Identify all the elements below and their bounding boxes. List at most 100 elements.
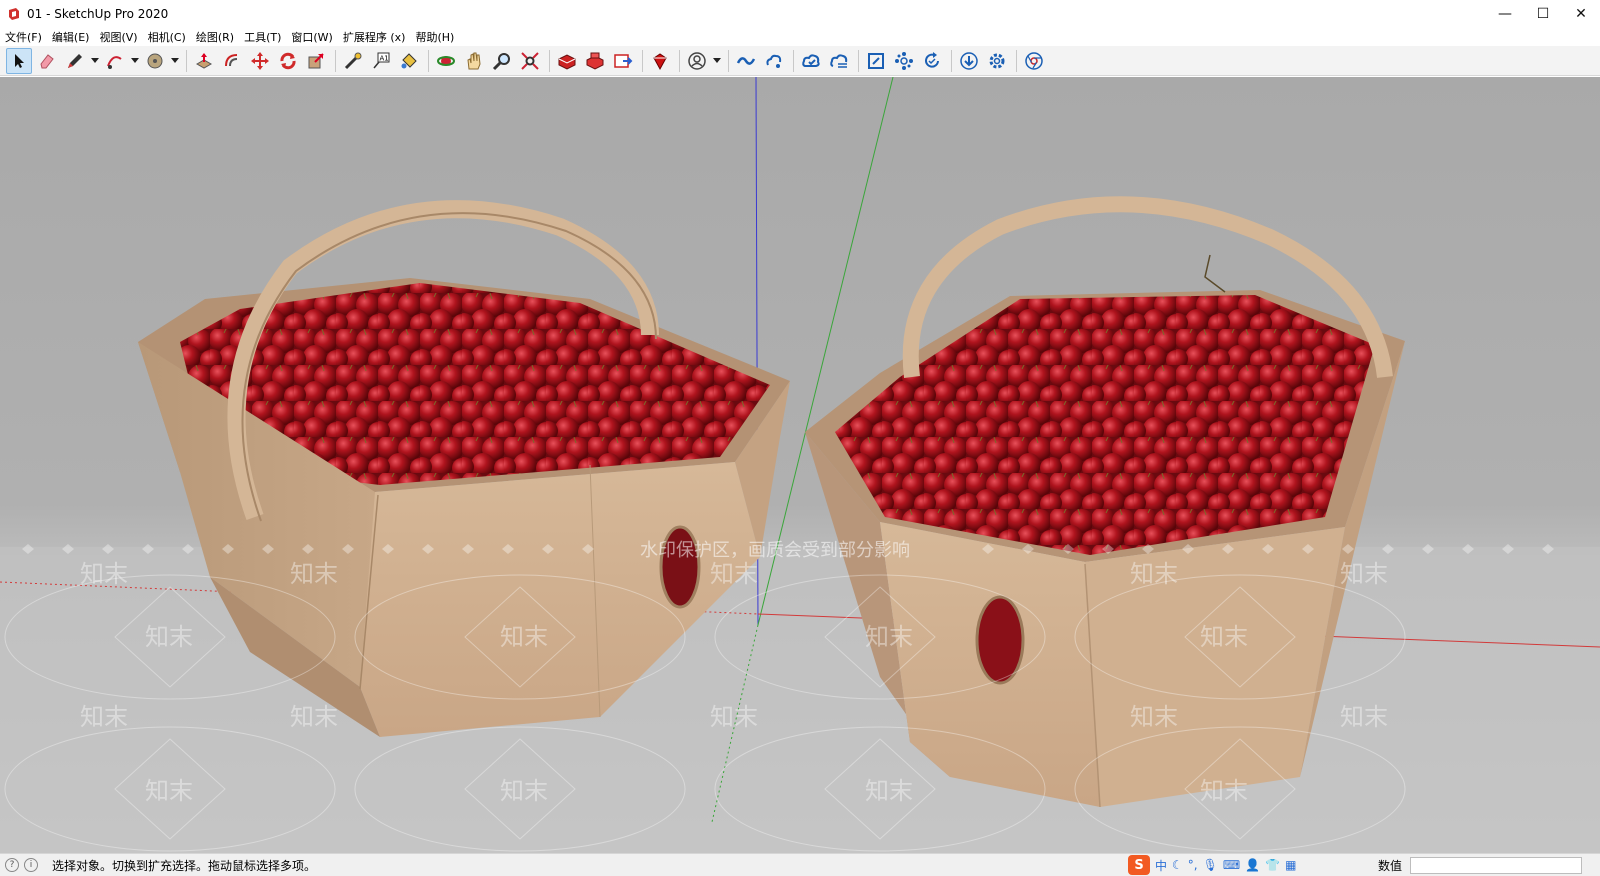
menu-tools[interactable]: 工具(T) bbox=[239, 29, 286, 45]
move-tool-icon bbox=[251, 51, 269, 70]
toolbar-divider bbox=[1016, 49, 1017, 72]
shapes-tool-button[interactable] bbox=[142, 48, 168, 74]
toolbar-divider bbox=[642, 49, 643, 72]
microphone-icon[interactable]: 🎙 bbox=[1203, 858, 1218, 872]
scale-tool-button[interactable] bbox=[303, 48, 329, 74]
extension-warehouse-button[interactable] bbox=[582, 48, 608, 74]
offset-tool-button[interactable] bbox=[219, 48, 245, 74]
maximize-button[interactable]: ☐ bbox=[1524, 0, 1562, 28]
toolbar-divider bbox=[728, 49, 729, 72]
status-message: 选择对象。切换到扩充选择。拖动鼠标选择多项。 bbox=[52, 858, 317, 873]
pan-tool-button[interactable] bbox=[461, 48, 487, 74]
chrome-icon bbox=[1025, 51, 1043, 70]
scene-network-button[interactable] bbox=[891, 48, 917, 74]
warehouse-button[interactable] bbox=[554, 48, 580, 74]
ime-mode-indicator[interactable]: 中 bbox=[1155, 857, 1167, 874]
frame-button[interactable] bbox=[863, 48, 889, 74]
zoom-tool-button[interactable] bbox=[489, 48, 515, 74]
trimble-connect-button[interactable] bbox=[733, 48, 759, 74]
scene-network-icon bbox=[895, 51, 913, 70]
toolbar-divider bbox=[335, 49, 336, 72]
title-bar: 01 - SketchUp Pro 2020 — ☐ ✕ bbox=[0, 0, 1600, 29]
pencil-dropdown[interactable] bbox=[90, 48, 100, 74]
frame-icon bbox=[868, 52, 884, 69]
account-button[interactable] bbox=[684, 48, 710, 74]
sogou-logo-icon[interactable]: S bbox=[1128, 855, 1150, 875]
download-icon bbox=[960, 51, 978, 70]
skin-icon[interactable]: 👕 bbox=[1265, 858, 1280, 872]
offset-tool-icon bbox=[225, 53, 238, 66]
toolbar-divider bbox=[793, 49, 794, 72]
scene-canvas: 知末 知末 知末 知末 知末 知末 知末 知末 知末 知末 知末 知末 知末 知… bbox=[0, 77, 1600, 853]
measurements-label: 数值 bbox=[1378, 858, 1403, 873]
toolbar-divider bbox=[549, 49, 550, 72]
select-tool-button[interactable] bbox=[6, 47, 32, 74]
refresh-button[interactable] bbox=[919, 48, 945, 74]
svg-text:知末: 知末 bbox=[1130, 560, 1178, 588]
left-basket-hole bbox=[659, 525, 701, 609]
zoom-extents-button[interactable] bbox=[517, 48, 543, 74]
menu-window[interactable]: 窗口(W) bbox=[286, 29, 337, 45]
svg-text:知末: 知末 bbox=[1130, 703, 1178, 731]
toolbar-divider bbox=[428, 49, 429, 72]
close-button[interactable]: ✕ bbox=[1562, 0, 1600, 28]
settings-button[interactable] bbox=[984, 48, 1010, 74]
text-tool-button[interactable]: A1 bbox=[368, 48, 394, 74]
orbit-tool-icon bbox=[437, 55, 455, 66]
zoom-extents-icon bbox=[521, 51, 539, 70]
layout-send-button[interactable] bbox=[610, 48, 636, 74]
menu-draw[interactable]: 绘图(R) bbox=[191, 29, 239, 45]
menu-extensions[interactable]: 扩展程序 (x) bbox=[338, 29, 411, 45]
cloud-sync-button[interactable] bbox=[826, 48, 852, 74]
geo-location-icon[interactable]: ? bbox=[5, 858, 19, 872]
layout-send-icon bbox=[614, 53, 633, 68]
svg-text:知末: 知末 bbox=[710, 560, 758, 588]
chevron-down-icon bbox=[131, 57, 139, 63]
arc-dropdown[interactable] bbox=[130, 48, 140, 74]
grid-icon[interactable]: ▦ bbox=[1285, 858, 1296, 872]
info-icon[interactable]: i bbox=[24, 858, 38, 872]
svg-text:知末: 知末 bbox=[865, 777, 913, 805]
svg-text:知末: 知末 bbox=[710, 703, 758, 731]
select-tool-icon bbox=[15, 53, 24, 68]
tape-measure-tool-icon bbox=[344, 52, 362, 69]
zoom-tool-icon bbox=[492, 52, 510, 70]
rotate-tool-button[interactable] bbox=[275, 48, 301, 74]
minimize-button[interactable]: — bbox=[1486, 0, 1524, 28]
arc-tool-icon bbox=[107, 55, 122, 69]
status-bar: ? i 选择对象。切换到扩充选择。拖动鼠标选择多项。 S 中 ☾ °, 🎙 ⌨ … bbox=[0, 853, 1600, 876]
tape-measure-tool-button[interactable] bbox=[340, 48, 366, 74]
eraser-tool-button[interactable] bbox=[34, 48, 60, 74]
paint-bucket-tool-button[interactable] bbox=[396, 48, 422, 74]
menu-file[interactable]: 文件(F) bbox=[0, 29, 47, 45]
trimble-connect-icon bbox=[736, 56, 756, 65]
refresh-icon bbox=[925, 51, 939, 68]
trimble-collab-button[interactable] bbox=[761, 48, 787, 74]
moon-icon[interactable]: ☾ bbox=[1172, 858, 1183, 872]
measurements-input[interactable] bbox=[1410, 857, 1582, 874]
pencil-tool-button[interactable] bbox=[62, 48, 88, 74]
chrome-button[interactable] bbox=[1021, 48, 1047, 74]
orbit-tool-button[interactable] bbox=[433, 48, 459, 74]
model-viewport[interactable]: 知末 知末 知末 知末 知末 知末 知末 知末 知末 知末 知末 知末 知末 知… bbox=[0, 77, 1600, 853]
menu-edit[interactable]: 编辑(E) bbox=[47, 29, 95, 45]
punctuation-icon[interactable]: °, bbox=[1188, 858, 1198, 872]
push-pull-tool-button[interactable] bbox=[191, 48, 217, 74]
arc-tool-button[interactable] bbox=[102, 48, 128, 74]
keyboard-icon[interactable]: ⌨ bbox=[1223, 858, 1240, 872]
text-tool-icon: A1 bbox=[373, 52, 390, 68]
user-icon[interactable]: 👤 bbox=[1245, 858, 1260, 872]
menu-camera[interactable]: 相机(C) bbox=[143, 29, 191, 45]
shapes-dropdown[interactable] bbox=[170, 48, 180, 74]
cloud-upload-button[interactable] bbox=[798, 48, 824, 74]
watermark-banner: 水印保护区，画质会受到部分影响 bbox=[640, 540, 910, 561]
ime-toolbar: S 中 ☾ °, 🎙 ⌨ 👤 👕 ▦ bbox=[1128, 854, 1296, 876]
extension-manager-icon bbox=[653, 52, 667, 70]
move-tool-button[interactable] bbox=[247, 48, 273, 74]
toolbar-divider bbox=[679, 49, 680, 72]
menu-help[interactable]: 帮助(H) bbox=[410, 29, 459, 45]
download-button[interactable] bbox=[956, 48, 982, 74]
menu-view[interactable]: 视图(V) bbox=[94, 29, 142, 45]
account-dropdown[interactable] bbox=[712, 48, 722, 74]
extension-manager-button[interactable] bbox=[647, 48, 673, 74]
